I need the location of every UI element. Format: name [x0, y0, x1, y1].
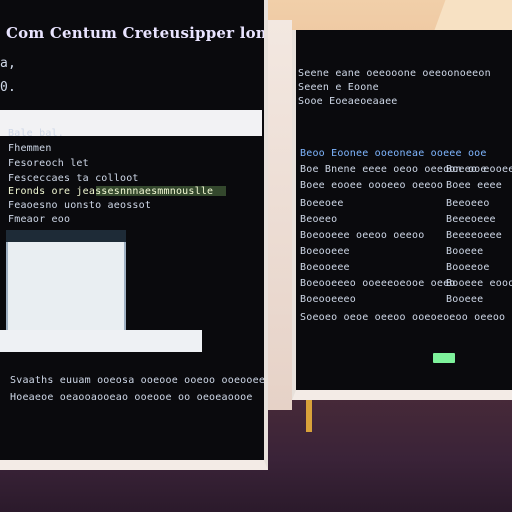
left-marker-2: 0.	[0, 80, 17, 95]
section-item-1[interactable]: Fhemmen	[8, 143, 52, 154]
status-indicator	[433, 353, 455, 363]
table-header: Beoo Eoonee ooeoneae ooeee ooe	[300, 148, 487, 159]
header-line-2: Sooe Eoeaeoeaaee	[298, 96, 398, 107]
window-title: Com Centum Creteusipper lonis	[6, 24, 268, 42]
header-line-0: Seene eane oeeooone oeeoonoeeon	[298, 68, 491, 79]
row-8-left[interactable]: Boeooeeeo	[300, 294, 356, 305]
section-item-3[interactable]: Fesceccaes ta colloot	[8, 173, 139, 184]
bottom-line: Soeoeo oeoe oeeoo ooeoeoeoo oeeoo oo oee…	[300, 312, 512, 323]
row-7-right[interactable]: Booeee eooo	[446, 278, 512, 289]
row-0-right[interactable]: Boeeo eooee	[446, 164, 512, 175]
section-item-6[interactable]: Fmeaor eoo	[8, 214, 70, 225]
row-3-left[interactable]: Beoeeo	[300, 214, 337, 225]
row-6-right[interactable]: Booeeoe	[446, 262, 490, 273]
row-3-right[interactable]: Beeeoeee	[446, 214, 496, 225]
section-item-4[interactable]: Eronds ore jeassesnnnaesmmnouslle	[8, 186, 213, 197]
left-marker-1: a,	[0, 56, 17, 71]
right-monitor: Seene eane oeeooone oeeoonoeeon Seeen e …	[292, 30, 512, 400]
header-line-1: Seeen e Eoone	[298, 82, 379, 93]
section-item-0[interactable]: Bale bal.	[8, 128, 64, 139]
row-1-left[interactable]: Boee eooee oooeeo oeeoo	[300, 180, 443, 191]
preview-pane[interactable]	[6, 230, 126, 340]
office-scene: Com Centum Creteusipper lonis a, 0. Bale…	[0, 0, 512, 512]
preview-titlebar	[6, 230, 126, 242]
left-monitor: Com Centum Creteusipper lonis a, 0. Bale…	[0, 0, 268, 470]
status-bar	[0, 330, 202, 352]
row-1-right[interactable]: Boee eeee	[446, 180, 502, 191]
monitor-gap	[268, 20, 292, 410]
row-6-left[interactable]: Boeooeee	[300, 262, 350, 273]
row-5-left[interactable]: Boeooeee	[300, 246, 350, 257]
row-2-right[interactable]: Beeoeeo	[446, 198, 490, 209]
row-4-right[interactable]: Beeeeoeee	[446, 230, 502, 241]
row-5-right[interactable]: Booeee	[446, 246, 483, 257]
right-stand	[306, 400, 312, 432]
section-item-2[interactable]: Fesoreoch let	[8, 158, 89, 169]
row-8-right[interactable]: Booeee	[446, 294, 483, 305]
ceiling-light	[434, 0, 512, 30]
row-4-left[interactable]: Boeooeee oeeoo oeeoo	[300, 230, 424, 241]
footer-line-1: Hoeaeoe oeaooaooeao ooeooe oo oeoeaoooe	[10, 392, 253, 403]
footer-line-0: Svaaths euuam ooeosa ooeooe ooeoo ooeooe…	[10, 375, 266, 386]
row-7-left[interactable]: Boeooeeeo ooeeeoeooe oeeo	[300, 278, 456, 289]
section-item-5[interactable]: Feaoesno uonsto aeossot	[8, 200, 151, 211]
row-2-left[interactable]: Boeeoee	[300, 198, 344, 209]
